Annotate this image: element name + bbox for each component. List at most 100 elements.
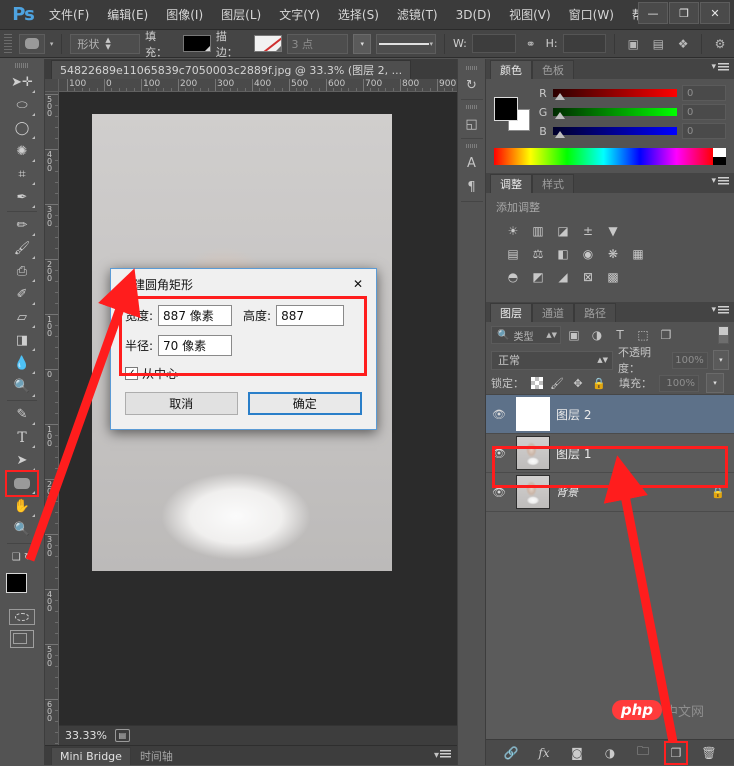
- toolbox-grip[interactable]: [15, 63, 29, 68]
- height-input[interactable]: 887: [276, 305, 345, 326]
- menu-image[interactable]: 图像(I): [157, 2, 212, 27]
- blur-tool[interactable]: 💧: [7, 352, 37, 375]
- radius-input[interactable]: 70 像素: [158, 335, 233, 356]
- blue-slider[interactable]: [553, 126, 677, 138]
- layer-name[interactable]: 背景: [556, 484, 578, 500]
- minimize-button[interactable]: —: [638, 2, 668, 24]
- new-layer-icon[interactable]: ❐: [664, 740, 688, 765]
- path-operations-icon[interactable]: ▣: [623, 34, 643, 54]
- menu-3d[interactable]: 3D(D): [447, 4, 500, 26]
- ruler-corner[interactable]: [45, 79, 59, 92]
- menu-window[interactable]: 窗口(W): [560, 2, 623, 27]
- tab-swatches[interactable]: 色板: [532, 60, 574, 79]
- red-slider-knob[interactable]: [555, 92, 565, 100]
- eraser-tool[interactable]: ▱: [7, 306, 37, 329]
- tool-preset-chevron-icon[interactable]: ▾: [50, 40, 54, 48]
- menu-select[interactable]: 选择(S): [329, 2, 388, 27]
- dock-grip[interactable]: [465, 66, 478, 70]
- close-icon[interactable]: ✕: [346, 273, 370, 295]
- levels-icon[interactable]: ▥: [527, 221, 549, 241]
- path-selection-tool[interactable]: ➤: [7, 449, 37, 472]
- color-balance-icon[interactable]: ⚖: [527, 244, 549, 264]
- dock-grip[interactable]: [465, 105, 478, 109]
- zoom-tool[interactable]: 🔍: [7, 518, 37, 541]
- panel-menu-icon[interactable]: ▾: [711, 176, 729, 186]
- layer-style-fx-icon[interactable]: fx: [534, 743, 554, 763]
- lock-position-icon[interactable]: ✥: [571, 376, 585, 390]
- table-row[interactable]: 👁 图层 2: [486, 395, 734, 434]
- table-row[interactable]: 👁 图层 1: [486, 434, 734, 473]
- arrange-icon[interactable]: ❖: [673, 34, 693, 54]
- tab-timeline[interactable]: 时间轴: [131, 745, 182, 766]
- foreground-background-color[interactable]: [5, 573, 39, 603]
- clone-stamp-tool[interactable]: ⎙: [7, 260, 37, 283]
- posterize-icon[interactable]: ◩: [527, 267, 549, 287]
- edit-toolbar-icon[interactable]: ❑ ↻: [7, 546, 37, 569]
- vibrance-icon[interactable]: ▼: [602, 221, 624, 241]
- crop-tool[interactable]: ⌗: [7, 163, 37, 186]
- panel-menu-icon[interactable]: ▾: [711, 305, 729, 315]
- close-button[interactable]: ✕: [700, 2, 730, 24]
- filter-enable-toggle[interactable]: [718, 326, 729, 344]
- green-slider[interactable]: [553, 107, 677, 119]
- eye-icon[interactable]: 👁: [488, 408, 510, 421]
- channel-mixer-icon[interactable]: ❋: [602, 244, 624, 264]
- color-panel-swatches[interactable]: [494, 96, 532, 131]
- layer-filter-type-select[interactable]: 🔍 类型 ▲▼: [491, 326, 561, 344]
- eyedropper-tool[interactable]: ✒: [7, 186, 37, 209]
- menu-view[interactable]: 视图(V): [500, 2, 560, 27]
- table-row[interactable]: 👁 背景 🔒: [486, 473, 734, 512]
- fill-value[interactable]: 100%: [659, 374, 699, 392]
- character-icon[interactable]: A: [460, 151, 484, 175]
- 3d-icon[interactable]: ◱: [460, 112, 484, 136]
- tab-mini-bridge[interactable]: Mini Bridge: [51, 746, 131, 765]
- blue-value[interactable]: 0: [682, 123, 726, 139]
- menu-edit[interactable]: 编辑(E): [98, 2, 157, 27]
- tab-color[interactable]: 颜色: [490, 60, 532, 79]
- panel-menu-icon[interactable]: ▾: [711, 62, 729, 72]
- from-center-checkbox[interactable]: ✓: [125, 367, 138, 380]
- screen-mode-icon[interactable]: [10, 630, 34, 648]
- panel-menu-icon[interactable]: ▾: [434, 750, 451, 761]
- selective-color-icon[interactable]: ⊠: [577, 267, 599, 287]
- foreground-color-swatch[interactable]: [494, 96, 518, 121]
- exposure-icon[interactable]: ±: [577, 221, 599, 241]
- gradient-tool[interactable]: ◨: [7, 329, 37, 352]
- layer-thumbnail[interactable]: [516, 397, 550, 431]
- stroke-width-input[interactable]: 3 点: [286, 33, 349, 54]
- rounded-rectangle-tool[interactable]: [5, 470, 39, 497]
- align-icon[interactable]: ▤: [648, 34, 668, 54]
- current-tool-preview-icon[interactable]: [18, 33, 45, 54]
- gear-icon[interactable]: ⚙: [710, 34, 730, 54]
- create-rounded-rectangle-dialog[interactable]: 创建圆角矩形 ✕ 宽度: 887 像素 高度: 887 半径: 70 像素 ✓ …: [110, 268, 377, 430]
- green-slider-knob[interactable]: [555, 111, 565, 119]
- new-adjustment-layer-icon[interactable]: ◑: [600, 743, 620, 763]
- filter-shape-icon[interactable]: ⬚: [633, 325, 653, 345]
- ok-button[interactable]: 确定: [247, 392, 362, 415]
- quick-selection-tool[interactable]: ✺: [7, 140, 37, 163]
- document-info-icon[interactable]: ▤: [114, 729, 130, 742]
- opacity-value[interactable]: 100%: [671, 351, 708, 369]
- hue-saturation-icon[interactable]: ▤: [502, 244, 524, 264]
- lock-all-icon[interactable]: 🔒: [592, 376, 606, 390]
- brush-tool[interactable]: 🖌: [7, 237, 37, 260]
- fill-dropdown[interactable]: ▾: [706, 373, 724, 393]
- stroke-color-swatch[interactable]: [253, 35, 282, 52]
- gradient-map-icon[interactable]: ▩: [602, 267, 624, 287]
- lasso-tool[interactable]: ◯: [7, 117, 37, 140]
- horizontal-ruler[interactable]: 100 0 100 200 300 400 500 600 700 800 900: [59, 79, 457, 92]
- red-slider[interactable]: [553, 88, 677, 100]
- color-lookup-icon[interactable]: ▦: [627, 244, 649, 264]
- stroke-style-select[interactable]: ▾: [376, 33, 436, 54]
- add-layer-mask-icon[interactable]: ◙: [567, 743, 587, 763]
- zoom-level[interactable]: 33.33%: [65, 729, 107, 742]
- menu-filter[interactable]: 滤镜(T): [388, 2, 447, 27]
- tab-styles[interactable]: 样式: [532, 174, 574, 193]
- delete-layer-icon[interactable]: 🗑: [699, 743, 719, 763]
- filter-pixel-icon[interactable]: ▣: [564, 325, 584, 345]
- foreground-color-swatch[interactable]: [6, 573, 27, 593]
- quick-mask-icon[interactable]: [9, 609, 35, 625]
- hand-tool[interactable]: ✋: [7, 495, 37, 518]
- dodge-tool[interactable]: 🔍: [7, 375, 37, 398]
- photo-filter-icon[interactable]: ◉: [577, 244, 599, 264]
